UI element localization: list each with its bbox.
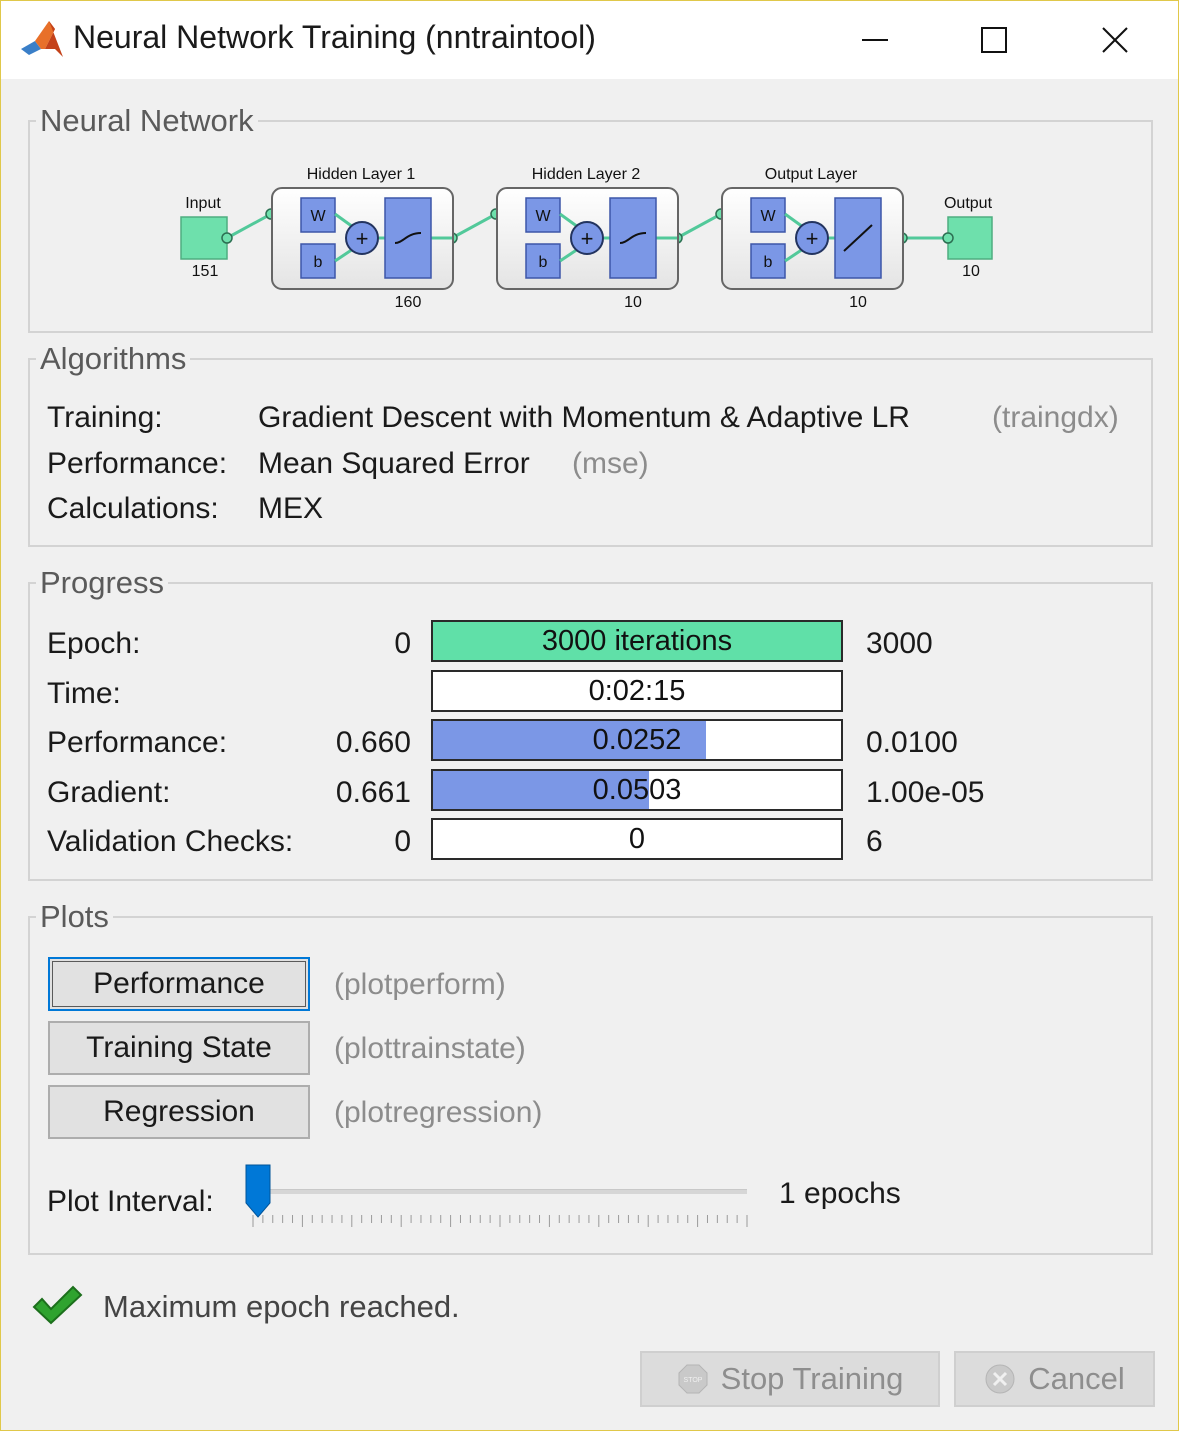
nntraintool-window: Neural Network Training (nntraintool) Ne… bbox=[0, 0, 1179, 1431]
layer-label: Output Layer bbox=[765, 166, 858, 183]
epoch-progress-bar: 3000 iterations bbox=[431, 620, 843, 662]
epoch-label: Epoch: bbox=[47, 627, 141, 660]
plot-regression-function: (plotregression) bbox=[334, 1096, 543, 1129]
hidden-layer-2: Hidden Layer 2 W b + 10 bbox=[496, 166, 679, 311]
validation-checks-progress-bar: 0 bbox=[431, 818, 843, 860]
transfer-function-block bbox=[384, 197, 432, 279]
layer-size: 10 bbox=[624, 294, 642, 311]
epoch-end: 3000 bbox=[866, 627, 933, 660]
input-size: 151 bbox=[192, 263, 219, 280]
algorithms-legend: Algorithms bbox=[40, 341, 187, 376]
output-label: Output bbox=[944, 195, 993, 212]
plot-interval-value: 1 epochs bbox=[779, 1177, 901, 1210]
validation-checks-progress-text: 0 bbox=[628, 822, 646, 855]
cancel-label: Cancel bbox=[1028, 1361, 1125, 1396]
performance-label: Performance: bbox=[47, 447, 228, 480]
performance-value: Mean Squared Error bbox=[258, 447, 530, 480]
bias-label: b bbox=[314, 254, 323, 271]
slider-track bbox=[253, 1189, 747, 1194]
plot-interval-slider[interactable] bbox=[243, 1161, 755, 1235]
training-label: Training: bbox=[47, 401, 163, 434]
gradient-progress-text: 0.0503 bbox=[592, 773, 682, 806]
bias-label: b bbox=[539, 254, 548, 271]
calculations-label: Calculations: bbox=[47, 492, 219, 525]
slider-ticks bbox=[252, 1215, 748, 1227]
gradient-end: 1.00e-05 bbox=[866, 776, 985, 809]
slider-thumb[interactable] bbox=[243, 1163, 273, 1219]
performance-end: 0.0100 bbox=[866, 726, 958, 759]
plots-legend: Plots bbox=[40, 899, 109, 934]
checkmark-icon bbox=[32, 1285, 83, 1325]
performance-progress-text: 0.0252 bbox=[592, 723, 682, 756]
transfer-function-block bbox=[609, 197, 657, 279]
plot-interval-label: Plot Interval: bbox=[47, 1185, 214, 1218]
validation-checks-start: 0 bbox=[394, 825, 411, 858]
hidden-layer-1: Hidden Layer 1 W b + 160 bbox=[271, 166, 454, 311]
plot-regression-button[interactable]: Regression bbox=[48, 1085, 310, 1139]
weight-label: W bbox=[760, 208, 776, 225]
plot-performance-function: (plotperform) bbox=[334, 968, 506, 1001]
plot-performance-button[interactable]: Performance bbox=[48, 957, 310, 1011]
layer-size: 160 bbox=[395, 294, 422, 311]
plot-training-state-button[interactable]: Training State bbox=[48, 1021, 310, 1075]
svg-text:+: + bbox=[806, 226, 819, 251]
output-block bbox=[947, 216, 993, 260]
validation-checks-label: Validation Checks: bbox=[47, 825, 294, 858]
validation-checks-end: 6 bbox=[866, 825, 883, 858]
stop-training-button[interactable]: STOP Stop Training bbox=[640, 1351, 940, 1407]
cancel-icon bbox=[985, 1364, 1015, 1394]
stop-training-label: Stop Training bbox=[720, 1361, 904, 1396]
output-size: 10 bbox=[962, 263, 980, 280]
performance-progress-bar: 0.0252 bbox=[431, 719, 843, 761]
output-layer: Output Layer W b + 10 bbox=[721, 166, 904, 311]
layer-label: Hidden Layer 1 bbox=[307, 166, 416, 183]
performance-function: (mse) bbox=[572, 447, 649, 480]
gradient-label: Gradient: bbox=[47, 776, 171, 809]
layer-label: Hidden Layer 2 bbox=[532, 166, 641, 183]
time-label: Time: bbox=[47, 677, 121, 710]
weight-label: W bbox=[535, 208, 551, 225]
layer-size: 10 bbox=[849, 294, 867, 311]
performance-progress-label: Performance: bbox=[47, 726, 228, 759]
stop-icon: STOP bbox=[678, 1364, 708, 1394]
time-progress-bar: 0:02:15 bbox=[431, 670, 843, 712]
cancel-button[interactable]: Cancel bbox=[954, 1351, 1155, 1407]
plot-training-state-function: (plottrainstate) bbox=[334, 1032, 526, 1065]
time-progress-text: 0:02:15 bbox=[588, 674, 686, 707]
epoch-progress-text: 3000 iterations bbox=[541, 624, 733, 657]
epoch-start: 0 bbox=[394, 627, 411, 660]
training-value: Gradient Descent with Momentum & Adaptiv… bbox=[258, 401, 910, 434]
calculations-value: MEX bbox=[258, 492, 324, 525]
svg-text:+: + bbox=[356, 226, 369, 251]
network-diagram: Input 151 Output 10 Hidden Layer 1 W b +… bbox=[180, 166, 993, 311]
status-message: Maximum epoch reached. bbox=[103, 1289, 460, 1324]
performance-start: 0.660 bbox=[335, 726, 411, 759]
gradient-progress-bar: 0.0503 bbox=[431, 769, 843, 811]
svg-text:+: + bbox=[581, 226, 594, 251]
input-label: Input bbox=[185, 195, 221, 212]
progress-legend: Progress bbox=[40, 565, 165, 600]
svg-text:STOP: STOP bbox=[683, 1377, 702, 1384]
bias-label: b bbox=[764, 254, 773, 271]
input-block bbox=[180, 216, 228, 260]
weight-label: W bbox=[310, 208, 326, 225]
training-function: (traingdx) bbox=[992, 401, 1119, 434]
gradient-start: 0.661 bbox=[335, 776, 411, 809]
